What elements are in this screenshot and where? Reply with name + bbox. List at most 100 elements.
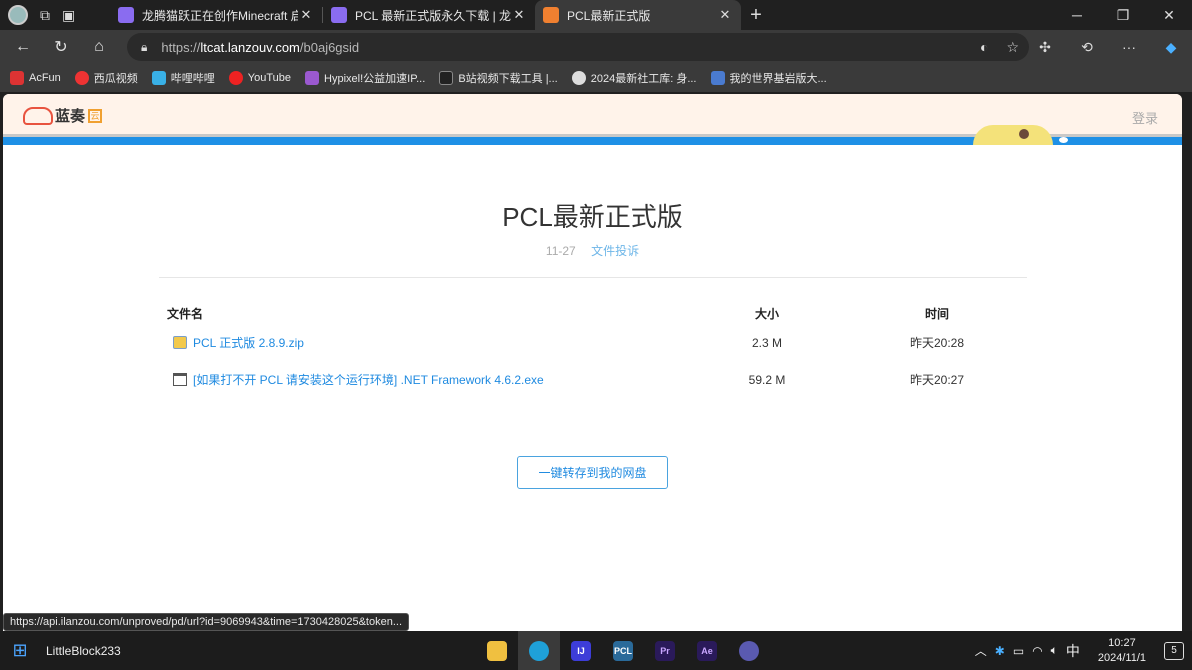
new-tab-icon[interactable]: +: [741, 4, 771, 27]
close-window-icon[interactable]: ✕: [1146, 0, 1192, 30]
edge-icon: [529, 640, 549, 661]
bookmark-label: 西瓜视频: [93, 73, 138, 85]
column-header-name: 文件名: [167, 306, 204, 321]
minimize-icon[interactable]: ─: [1054, 0, 1100, 30]
tab-favicon-icon: [118, 7, 134, 23]
bookmark-favicon-icon: [439, 71, 454, 85]
table-row: PCL 正式版 2.8.9.zip 2.3 M 昨天20:28: [167, 324, 1037, 361]
refresh-icon[interactable]: ↻: [42, 30, 80, 64]
close-icon[interactable]: ✕: [511, 7, 527, 23]
url-host: ltcat.lanzouv.com: [200, 39, 300, 55]
pcl-icon: PCL: [613, 640, 633, 661]
login-link[interactable]: 登录: [1132, 108, 1158, 127]
bookmark-item[interactable]: B站视频下载工具 |...: [439, 70, 558, 86]
wifi-icon[interactable]: ◠: [1032, 644, 1042, 658]
taskbar-app-pcl[interactable]: PCL: [602, 631, 644, 670]
volume-icon[interactable]: 🔈︎: [1051, 643, 1058, 658]
bookmark-label: B站视频下载工具 |...: [458, 73, 558, 85]
bookmark-item[interactable]: 我的世界基岩版大...: [710, 70, 827, 86]
bookmark-item[interactable]: 2024最新社工库: 身...: [571, 70, 697, 86]
logo-badge: 云: [88, 108, 103, 123]
history-icon[interactable]: ⟲: [1066, 39, 1108, 56]
bookmark-favicon-icon: [74, 71, 89, 85]
tray-overflow-chevron-icon[interactable]: ︿: [975, 642, 987, 659]
file-name: [如果打不开 PCL 请安装这个运行环境] .NET Framework 4.6…: [193, 373, 544, 387]
file-size: 59.2 M: [748, 372, 786, 387]
tab-title: PCL 最新正式版永久下载 | 龙腾猫跃: [355, 8, 511, 23]
bookmark-label: 哔哩哔哩: [170, 73, 215, 85]
extensions-icon[interactable]: ✣: [1024, 39, 1066, 56]
url-path: /b0aj6gsid: [299, 39, 360, 55]
restore-icon[interactable]: ❐: [1100, 0, 1146, 30]
workspaces-icon[interactable]: ⧉: [40, 7, 50, 24]
report-link[interactable]: 文件投诉: [591, 244, 639, 258]
home-icon[interactable]: ⌂: [80, 30, 118, 64]
tab-1[interactable]: PCL 最新正式版永久下载 | 龙腾猫跃 ✕: [323, 0, 535, 30]
site-logo[interactable]: 蓝奏 云: [23, 105, 103, 126]
address-bar[interactable]: 🔒︎ https://ltcat.lanzouv.com/b0aj6gsid ◐…: [127, 33, 1029, 61]
close-icon[interactable]: ✕: [717, 7, 733, 23]
bookmark-item[interactable]: AcFun: [10, 71, 61, 85]
title-meta: 11-27 文件投诉: [3, 242, 1182, 259]
taskbar-app-after-effects[interactable]: Ae: [686, 631, 728, 670]
file-size: 2.3 M: [751, 335, 782, 350]
close-icon[interactable]: ✕: [298, 7, 314, 23]
bookmark-label: YouTube: [247, 72, 292, 84]
url-scheme: https://: [161, 39, 201, 55]
file-time: 昨天20:27: [909, 373, 965, 387]
taskbar-app-edge[interactable]: [518, 631, 560, 670]
bookmark-item[interactable]: 西瓜视频: [74, 70, 138, 86]
tab-title: 龙腾猫跃正在创作Minecraft 启动器: [142, 8, 298, 23]
bookmark-item[interactable]: 哔哩哔哩: [151, 70, 215, 86]
more-options-icon[interactable]: ···: [1108, 39, 1150, 55]
back-icon[interactable]: ←: [4, 30, 42, 64]
taskbar-app-premiere[interactable]: Pr: [644, 631, 686, 670]
window-controls: ─ ❐ ✕: [1054, 0, 1192, 30]
file-name-cell: [如果打不开 PCL 请安装这个运行环境] .NET Framework 4.6…: [167, 361, 697, 398]
table-header-row: 文件名 大小 时间: [167, 302, 1037, 324]
after-effects-icon: Ae: [697, 640, 717, 661]
mascot-eye: [1019, 129, 1029, 139]
content-divider: [158, 277, 1027, 278]
file-name-cell: PCL 正式版 2.8.9.zip: [167, 324, 697, 361]
translate-icon[interactable]: ◐: [980, 39, 988, 55]
taskbar-user-label[interactable]: LittleBlock233: [46, 644, 121, 658]
taskbar-clock[interactable]: 10:27 2024/11/1: [1098, 636, 1146, 666]
bookmark-label: Hypixel!公益加速IP...: [324, 73, 426, 85]
title-block: PCL最新正式版 11-27 文件投诉: [3, 197, 1182, 259]
tab-0[interactable]: 龙腾猫跃正在创作Minecraft 启动器 ✕: [110, 0, 322, 30]
mascot-illustration: [973, 125, 1053, 145]
taskbar-app-intellij[interactable]: IJ: [560, 631, 602, 670]
file-explorer-icon: [487, 640, 507, 661]
taskbar-apps: IJ PCL Pr Ae: [476, 631, 770, 670]
intellij-icon: IJ: [571, 640, 591, 661]
file-link[interactable]: PCL 正式版 2.8.9.zip: [167, 334, 697, 351]
bookmark-label: 我的世界基岩版大...: [729, 73, 827, 85]
windows-start-icon[interactable]: ⊞: [0, 631, 40, 670]
copilot-icon[interactable]: ◆: [1150, 39, 1192, 56]
battery-icon[interactable]: ▭: [1013, 644, 1024, 658]
share-date: 11-27: [545, 244, 576, 258]
app-icon: [739, 640, 759, 661]
navigation-bar: ← ↻ ⌂ 🔒︎ https://ltcat.lanzouv.com/b0aj6…: [0, 30, 1192, 64]
taskbar-app-other[interactable]: [728, 631, 770, 670]
zip-file-icon: [173, 336, 187, 349]
lock-icon[interactable]: 🔒︎: [141, 40, 147, 55]
file-link[interactable]: [如果打不开 PCL 请安装这个运行环境] .NET Framework 4.6…: [167, 371, 697, 388]
bookmark-favicon-icon: [151, 71, 166, 85]
favorite-star-icon[interactable]: ☆: [1006, 39, 1019, 56]
profile-avatar-icon[interactable]: [8, 5, 28, 25]
tab-favicon-icon: [543, 7, 559, 23]
table-row: [如果打不开 PCL 请安装这个运行环境] .NET Framework 4.6…: [167, 361, 1037, 398]
bookmark-favicon-icon: [10, 71, 24, 85]
tab-2[interactable]: PCL最新正式版 ✕: [535, 0, 741, 30]
input-method-indicator[interactable]: 中: [1066, 641, 1080, 661]
save-to-drive-button[interactable]: 一键转存到我的网盘: [517, 456, 668, 489]
vertical-tabs-icon[interactable]: ▣: [62, 7, 75, 24]
bookmark-item[interactable]: Hypixel!公益加速IP...: [305, 70, 425, 86]
bookmark-favicon-icon: [710, 71, 725, 85]
taskbar-app-file-explorer[interactable]: [476, 631, 518, 670]
bluetooth-icon[interactable]: ✱: [995, 644, 1005, 658]
bookmark-item[interactable]: YouTube: [228, 71, 292, 85]
notification-center-icon[interactable]: 5: [1164, 641, 1184, 660]
